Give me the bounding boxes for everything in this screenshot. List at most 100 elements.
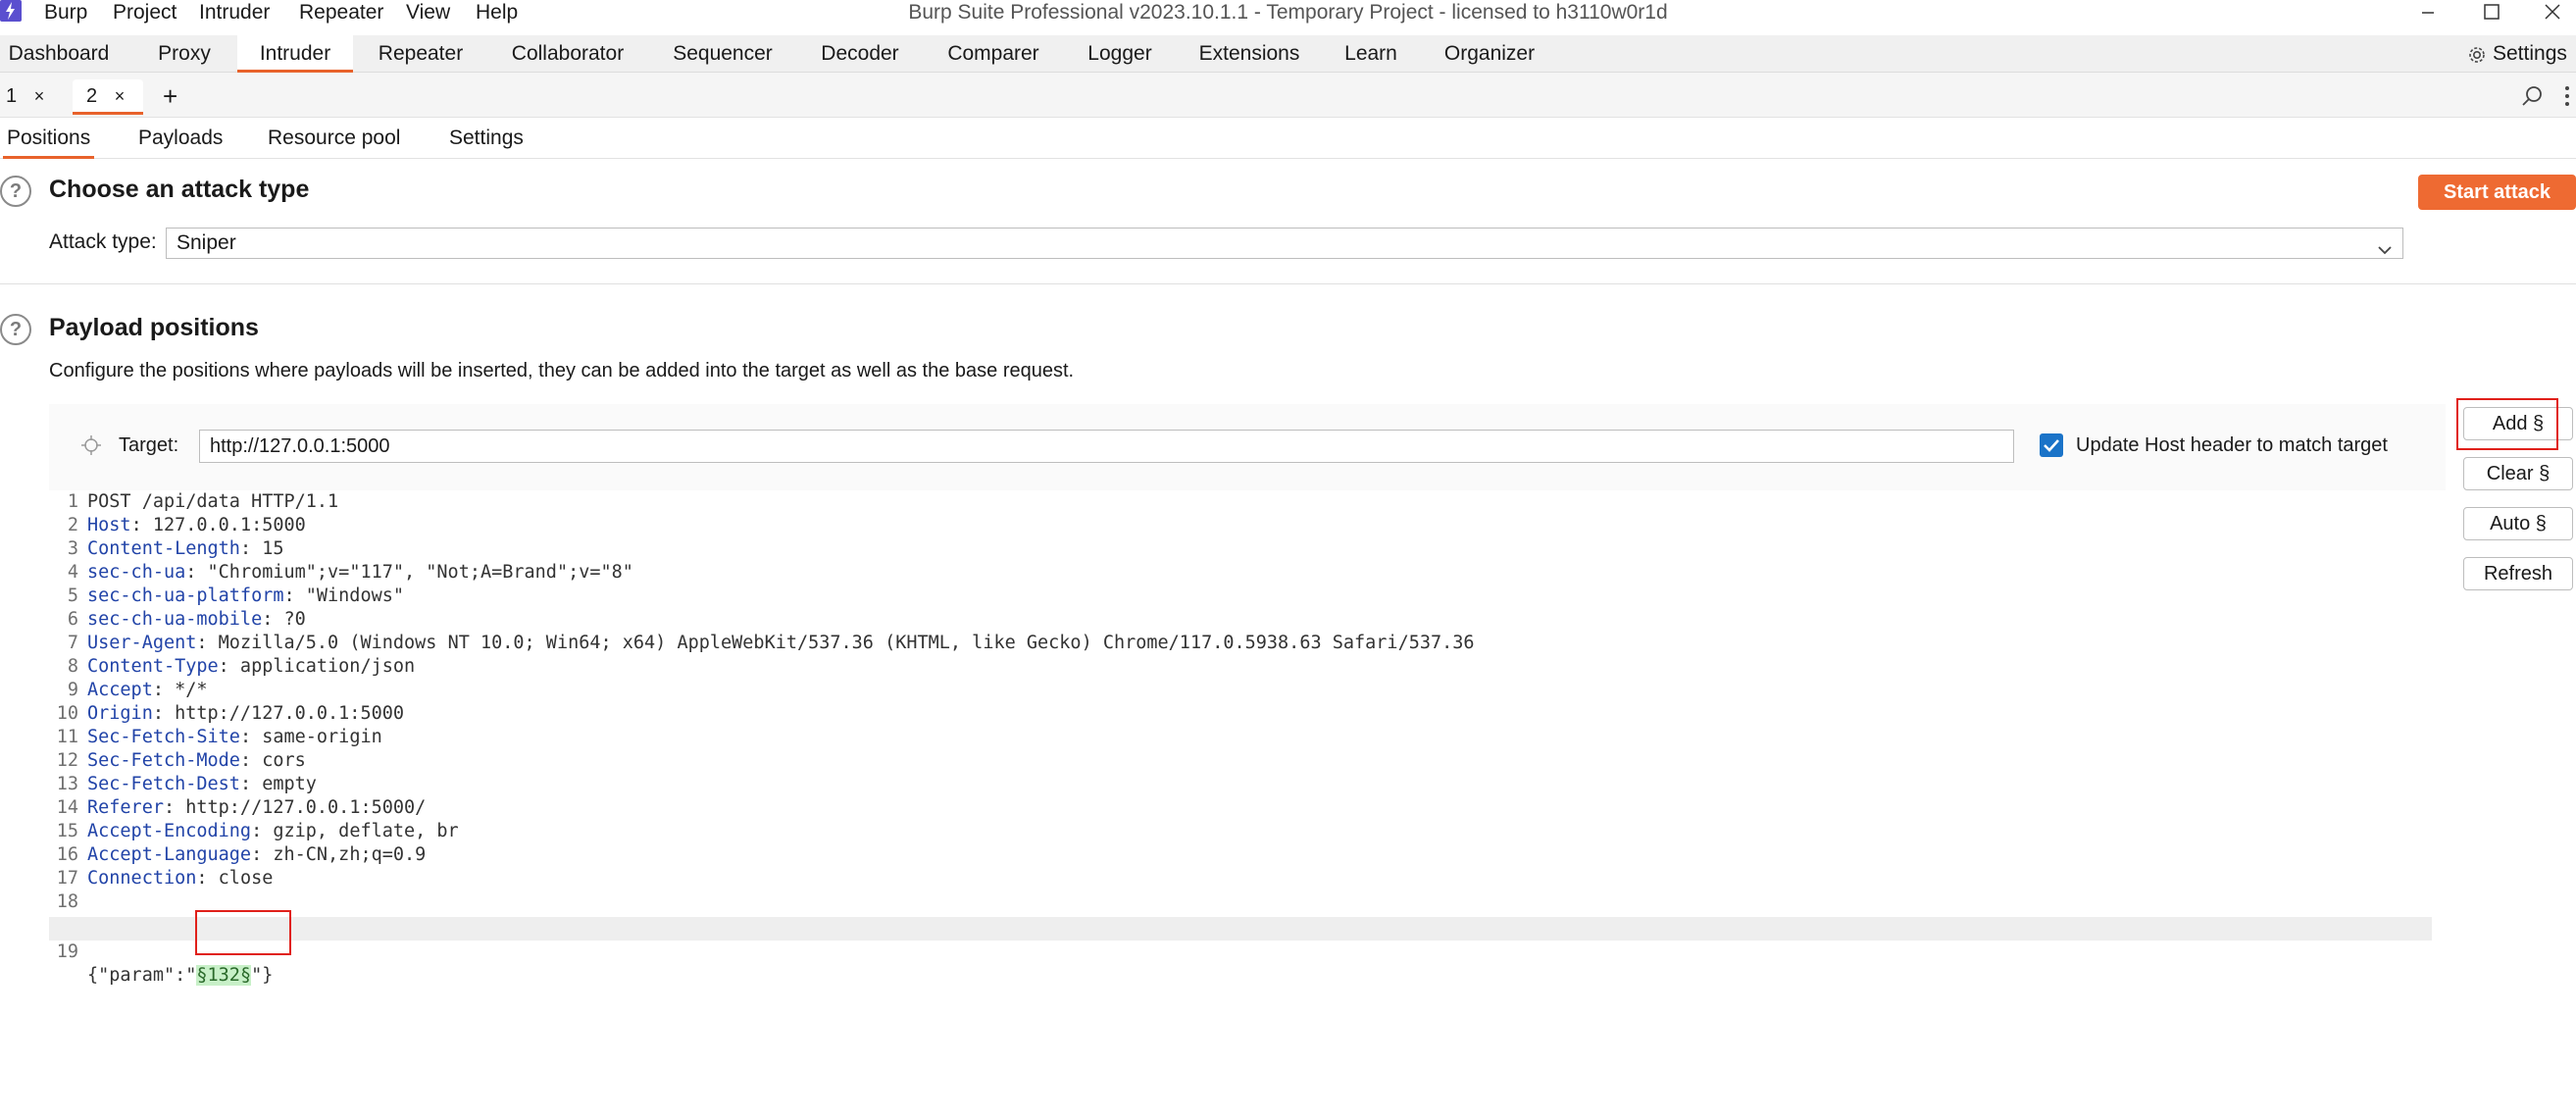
- line-number: 4: [67, 562, 78, 583]
- line-number: 5: [67, 585, 78, 606]
- tab-resource-pool[interactable]: Resource pool: [268, 118, 400, 159]
- header-value: : "Chromium";v="117", "Not;A=Brand";v="8…: [185, 562, 633, 583]
- header-name: Sec-Fetch-Dest: [87, 774, 240, 794]
- request-line[interactable]: 13 Sec-Fetch-Dest: empty: [49, 773, 2446, 796]
- line-text: sec-ch-ua-platform: "Windows": [87, 585, 404, 608]
- nav-tab-collaborator[interactable]: Collaborator: [502, 35, 633, 73]
- intruder-tab-2[interactable]: 2 ×: [73, 79, 143, 115]
- request-editor[interactable]: 1 POST /api/data HTTP/1.1 2 Host: 127.0.0.1…: [49, 490, 2446, 1119]
- line-text: Accept-Language: zh-CN,zh;q=0.9: [87, 843, 426, 867]
- nav-tab-dashboard[interactable]: Dashboard: [0, 35, 118, 73]
- line-number: 3: [67, 538, 78, 559]
- section-tabs: Positions Payloads Resource pool Setting…: [0, 118, 2576, 159]
- line-text: Content-Length: 15: [87, 537, 284, 561]
- settings-button[interactable]: Settings: [2466, 35, 2576, 73]
- header-name: Content-Length: [87, 538, 240, 559]
- attack-type-label: Attack type:: [49, 230, 157, 253]
- request-line[interactable]: 18: [49, 890, 2446, 914]
- nav-tab-proxy[interactable]: Proxy: [145, 35, 224, 73]
- maximize-icon[interactable]: [2467, 0, 2514, 25]
- request-line[interactable]: 11 Sec-Fetch-Site: same-origin: [49, 726, 2446, 749]
- line-text: Accept: */*: [87, 679, 208, 702]
- line-number: 18: [56, 891, 78, 912]
- payload-positions-heading: Payload positions: [49, 314, 259, 341]
- line-text: Host: 127.0.0.1:5000: [87, 514, 306, 537]
- tab-payloads[interactable]: Payloads: [138, 118, 223, 159]
- line-text: Content-Type: application/json: [87, 655, 415, 679]
- request-line[interactable]: 3 Content-Length: 15: [49, 537, 2446, 561]
- target-input[interactable]: http://127.0.0.1:5000: [199, 430, 2014, 463]
- nav-tab-repeater[interactable]: Repeater: [371, 35, 471, 73]
- header-value: : application/json: [218, 656, 416, 677]
- intruder-tab-bar: 1 × 2 × +: [0, 73, 2576, 118]
- gear-icon: [2466, 44, 2488, 66]
- line-text: Sec-Fetch-Dest: empty: [87, 773, 317, 796]
- nav-tab-decoder[interactable]: Decoder: [814, 35, 906, 73]
- nav-tab-learn[interactable]: Learn: [1338, 35, 1404, 73]
- update-host-checkbox[interactable]: [2040, 433, 2063, 457]
- line-number: 17: [56, 868, 78, 889]
- header-value: : same-origin: [239, 727, 382, 747]
- header-value: POST /api/data HTTP/1.1: [87, 491, 339, 512]
- header-value: : cors: [239, 750, 306, 771]
- request-line[interactable]: 9 Accept: */*: [49, 679, 2446, 702]
- header-value: : empty: [239, 774, 317, 794]
- header-value: : ?0: [262, 609, 306, 630]
- nav-tab-comparer[interactable]: Comparer: [939, 35, 1047, 73]
- line-text: POST /api/data HTTP/1.1: [87, 490, 338, 514]
- request-line[interactable]: 6 sec-ch-ua-mobile: ?0: [49, 608, 2446, 632]
- kebab-menu-icon[interactable]: [2561, 84, 2573, 108]
- auto-markers-button[interactable]: Auto §: [2463, 507, 2573, 540]
- tab-close-icon[interactable]: ×: [115, 86, 126, 106]
- line-text: sec-ch-ua-mobile: ?0: [87, 608, 306, 632]
- request-line[interactable]: 16 Accept-Language: zh-CN,zh;q=0.9: [49, 843, 2446, 867]
- crosshair-icon: [80, 434, 102, 456]
- header-name: Content-Type: [87, 656, 219, 677]
- header-value: : 15: [239, 538, 284, 559]
- refresh-button[interactable]: Refresh: [2463, 557, 2573, 590]
- close-icon[interactable]: [2529, 0, 2576, 25]
- clear-markers-button[interactable]: Clear §: [2463, 457, 2573, 490]
- request-line[interactable]: 4 sec-ch-ua: "Chromium";v="117", "Not;A=B…: [49, 561, 2446, 585]
- nav-tab-logger[interactable]: Logger: [1081, 35, 1159, 73]
- nav-tab-organizer[interactable]: Organizer: [1436, 35, 1543, 73]
- body-prefix: {"param":": [87, 965, 197, 986]
- add-tab-button[interactable]: +: [157, 79, 186, 113]
- request-body-line[interactable]: 19 {"param":"§132§"}: [49, 917, 2432, 986]
- line-number: 2: [67, 515, 78, 535]
- line-text: User-Agent: Mozilla/5.0 (Windows NT 10.0…: [87, 632, 1475, 655]
- help-icon[interactable]: ?: [0, 176, 31, 207]
- payload-marker[interactable]: §132§: [196, 965, 252, 986]
- help-icon[interactable]: ?: [0, 314, 31, 345]
- request-line[interactable]: 1 POST /api/data HTTP/1.1: [49, 490, 2446, 514]
- payload-positions-description: Configure the positions where payloads w…: [49, 360, 1075, 381]
- request-line[interactable]: 2 Host: 127.0.0.1:5000: [49, 514, 2446, 537]
- search-icon[interactable]: [2521, 84, 2545, 108]
- minimize-icon[interactable]: [2402, 0, 2450, 25]
- attack-type-select[interactable]: Sniper: [166, 228, 2403, 259]
- request-line[interactable]: 8 Content-Type: application/json: [49, 655, 2446, 679]
- request-line[interactable]: 15 Accept-Encoding: gzip, deflate, br: [49, 820, 2446, 843]
- intruder-tab-1[interactable]: 1 ×: [0, 79, 57, 113]
- line-number: 13: [56, 774, 78, 794]
- nav-tab-extensions[interactable]: Extensions: [1192, 35, 1306, 73]
- tab-positions[interactable]: Positions: [2, 118, 95, 159]
- start-attack-button[interactable]: Start attack: [2418, 175, 2576, 210]
- request-line[interactable]: 5 sec-ch-ua-platform: "Windows": [49, 585, 2446, 608]
- request-line[interactable]: 14 Referer: http://127.0.0.1:5000/: [49, 796, 2446, 820]
- tab-settings[interactable]: Settings: [449, 118, 524, 159]
- header-name: sec-ch-ua-mobile: [87, 609, 263, 630]
- line-number: 19: [56, 941, 78, 962]
- tab-close-icon[interactable]: ×: [34, 86, 45, 106]
- request-line[interactable]: 7 User-Agent: Mozilla/5.0 (Windows NT 10.…: [49, 632, 2446, 655]
- nav-tab-sequencer[interactable]: Sequencer: [667, 35, 779, 73]
- nav-tab-intruder[interactable]: Intruder: [237, 35, 353, 73]
- header-value: : gzip, deflate, br: [251, 821, 459, 841]
- header-name: sec-ch-ua: [87, 562, 186, 583]
- request-line[interactable]: 17 Connection: close: [49, 867, 2446, 890]
- request-line[interactable]: 10 Origin: http://127.0.0.1:5000: [49, 702, 2446, 726]
- request-line[interactable]: 12 Sec-Fetch-Mode: cors: [49, 749, 2446, 773]
- header-value: : */*: [152, 680, 208, 700]
- header-name: Referer: [87, 797, 164, 818]
- header-name: Sec-Fetch-Site: [87, 727, 240, 747]
